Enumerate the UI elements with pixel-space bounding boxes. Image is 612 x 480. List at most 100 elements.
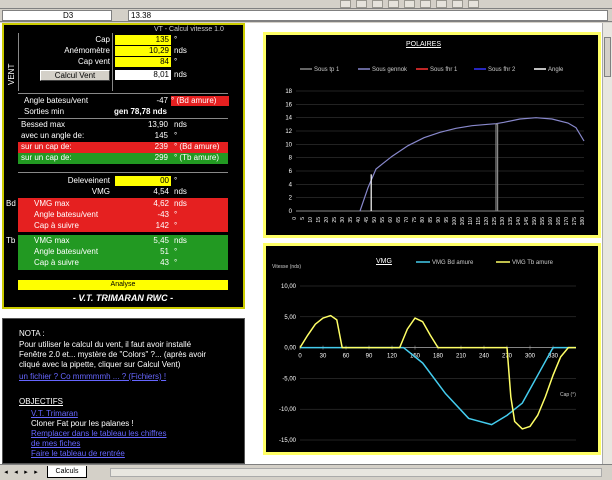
bd-angle-label: Angle batesu/vent: [34, 210, 99, 219]
bd-side-label: Bd: [6, 199, 16, 208]
bd-cap-label: Cap à suivre: [34, 221, 79, 230]
y-tick-label: 10,00: [281, 284, 297, 290]
cap-vent-label: Cap vent: [77, 57, 110, 66]
formula-input[interactable]: 13.38: [128, 10, 608, 21]
toolbar-button[interactable]: [356, 0, 367, 8]
x-tick-label: 75: [412, 217, 418, 223]
objective-item[interactable]: de mes fiches: [31, 439, 80, 449]
legend-label: VMG Tb amure: [512, 260, 554, 266]
y-tick-label: 0: [289, 209, 293, 215]
x-tick-label: 130: [500, 217, 506, 226]
series-line: [359, 117, 585, 212]
x-tick-label: 165: [556, 217, 562, 226]
x-tick-label: 30: [320, 354, 327, 360]
anemometre-value[interactable]: 10,29: [115, 46, 171, 56]
notes-link[interactable]: un fichier ? Co mmmmmh ... ? (Fichiers) …: [19, 372, 166, 382]
objective-item[interactable]: V.T. Trimaran: [31, 409, 78, 419]
x-tick-label: 110: [468, 217, 474, 225]
legend-label: Angle: [548, 67, 564, 73]
angle-with-value: 145: [154, 131, 168, 140]
vertical-scrollbar[interactable]: [602, 23, 612, 464]
bd-vmg-unit: nds: [174, 199, 187, 208]
x-tick-label: 70: [404, 217, 410, 223]
cap-bd-value: 239: [154, 142, 168, 151]
x-tick-label: 5: [300, 217, 306, 220]
sheet-tab-bar: ◂ ◂ ▸ ▸ Calculs: [0, 464, 612, 480]
tb-vmg-unit: nds: [174, 236, 187, 245]
last-sheet-icon[interactable]: ▸: [32, 468, 40, 477]
x-tick-label: 15: [316, 217, 322, 223]
x-tick-label: 120: [484, 217, 490, 226]
legend-label: Sous tp 1: [314, 67, 340, 73]
bearing-value: gen 78,78 nds: [114, 107, 167, 116]
x-tick-label: 180: [433, 354, 444, 360]
objective-item[interactable]: Remplacer dans le tableau les chiffres: [31, 429, 166, 439]
tab-calculs[interactable]: Calculs: [47, 466, 87, 478]
tb-cap-label: Cap à suivre: [34, 258, 79, 267]
divider: [18, 93, 228, 94]
polar-chart[interactable]: POLAIRES Sous tp 1 Sous gennok Sous fhr 1S…: [263, 32, 601, 238]
x-tick-label: 10: [308, 217, 314, 223]
y-tick-label: 0,00: [284, 346, 296, 352]
legend-label: Sous fhr 1: [430, 67, 458, 73]
calcul-vent-unit: nds: [174, 70, 187, 79]
tb-angle-unit: °: [174, 247, 178, 256]
toolbar-button[interactable]: [372, 0, 383, 8]
x-tick-label: 90: [436, 217, 442, 223]
x-tick-label: 20: [324, 217, 330, 223]
vmg-plot: VMG Bd amure VMG Tb amure Vitesse (nds) Cap…: [272, 260, 576, 444]
toolbar-button[interactable]: [404, 0, 415, 8]
toolbar-button[interactable]: [452, 0, 463, 8]
first-sheet-icon[interactable]: ◂: [2, 468, 10, 477]
y-tick-label: -5,00: [282, 376, 296, 382]
angle-note: ° (Bd amure): [171, 96, 229, 106]
tb-cap-value: 43: [160, 258, 169, 267]
cap-value[interactable]: 135: [115, 35, 171, 45]
delev-value[interactable]: 00: [115, 176, 171, 186]
x-tick-label: 100: [452, 217, 458, 226]
series-line: [299, 314, 576, 430]
x-tick-label: 40: [356, 217, 362, 223]
x-tick-label: 140: [516, 217, 522, 226]
prev-sheet-icon[interactable]: ◂: [12, 468, 20, 477]
toolbar-button[interactable]: [420, 0, 431, 8]
x-tick-label: 85: [428, 217, 434, 223]
y-tick-label: 2: [289, 196, 293, 202]
x-axis-label: Cap (°): [560, 392, 576, 398]
vmg-value: 4,54: [153, 187, 169, 196]
objective-item[interactable]: Faire le tableau de rentrée: [31, 449, 125, 459]
analyse-button[interactable]: Analyse: [18, 280, 228, 290]
bd-angle-value: -43: [157, 210, 169, 219]
anemometre-unit: nds: [174, 46, 187, 55]
x-tick-label: 0: [298, 354, 302, 360]
notes-line: Fenêtre 2.0 et... mystère de "Colors" ?.…: [19, 350, 207, 359]
y-tick-label: 4: [289, 182, 293, 188]
vmg-chart[interactable]: VMG VMG Bd amure VMG Tb amure Vitesse (nds…: [263, 243, 601, 455]
cap-unit: °: [174, 35, 178, 44]
toolbar-button[interactable]: [436, 0, 447, 8]
cap-bd-unit: ° (Bd amure): [174, 142, 220, 151]
name-box[interactable]: D3: [2, 10, 112, 21]
y-tick-label: 5,00: [284, 315, 296, 321]
calcul-vent-button[interactable]: Calcul Vent: [40, 70, 110, 81]
x-tick-label: 145: [524, 217, 530, 226]
bd-vmg-label: VMG max: [34, 199, 70, 208]
formula-bar: D3 13.38: [0, 9, 612, 22]
toolbar-button[interactable]: [468, 0, 479, 8]
vmg-unit: nds: [174, 187, 187, 196]
tb-angle-label: Angle batesu/vent: [34, 247, 99, 256]
x-tick-label: 210: [456, 354, 467, 360]
horizontal-scrollbar[interactable]: [110, 468, 602, 477]
x-tick-label: 160: [548, 217, 554, 226]
cap-vent-value[interactable]: 84: [115, 57, 171, 67]
scroll-thumb[interactable]: [604, 37, 611, 77]
toolbar-button[interactable]: [340, 0, 351, 8]
legend-label: VMG Bd amure: [432, 260, 474, 266]
bd-vmg-value: 4,62: [153, 199, 169, 208]
tb-vmg-label: VMG max: [34, 236, 70, 245]
angle-value: -47: [156, 96, 168, 105]
anemometre-label: Anémomètre: [64, 46, 110, 55]
toolbar-button[interactable]: [388, 0, 399, 8]
cap-bd-label: sur un cap de:: [21, 142, 72, 151]
next-sheet-icon[interactable]: ▸: [22, 468, 30, 477]
